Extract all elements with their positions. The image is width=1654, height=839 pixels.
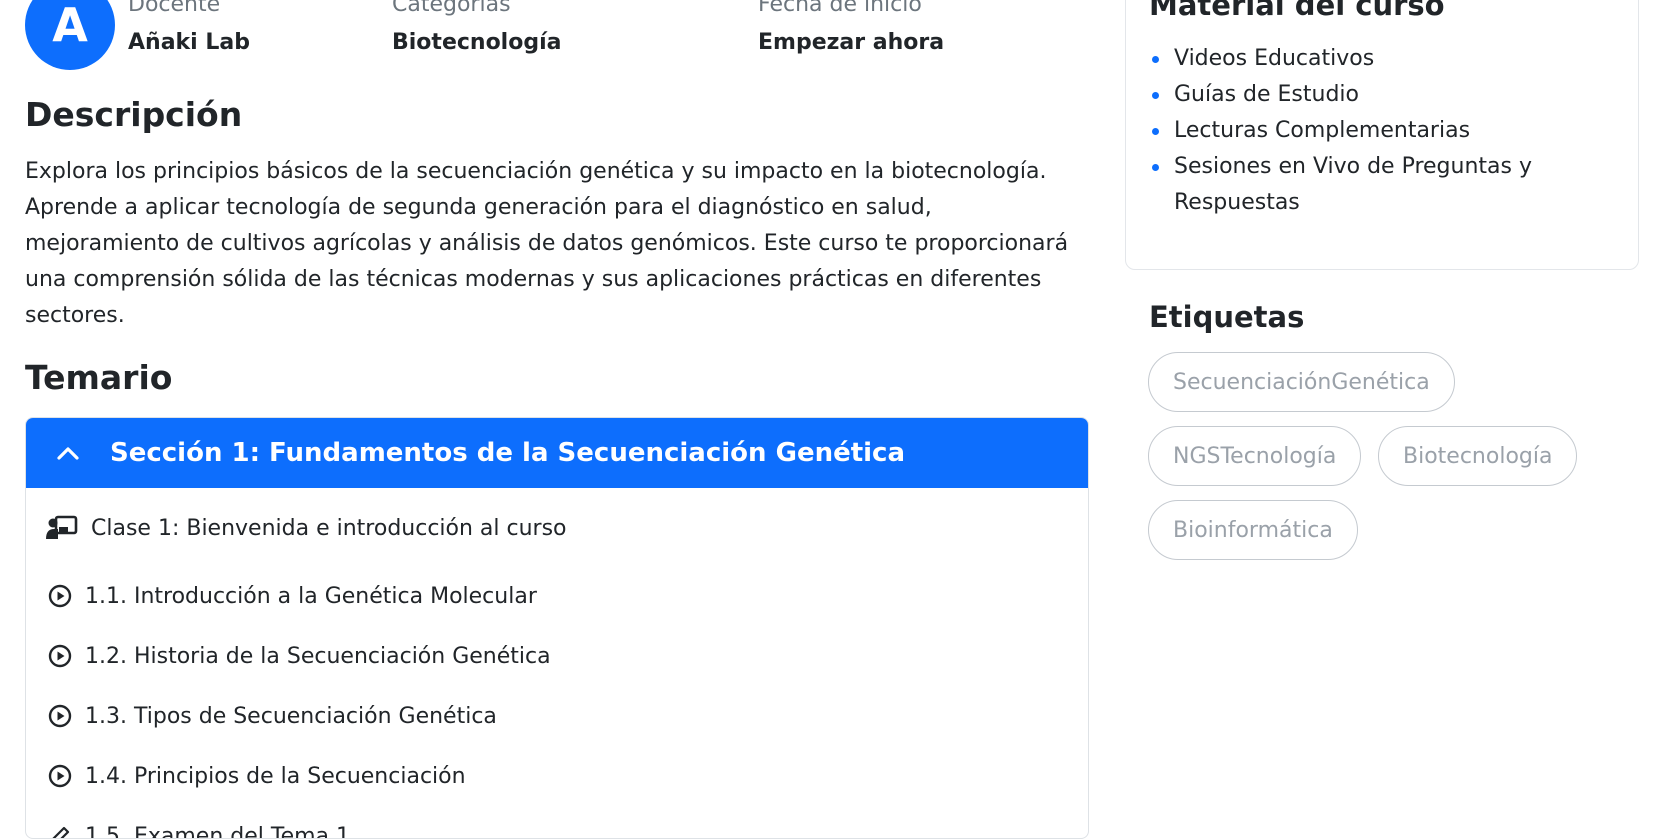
lesson-row[interactable]: 1.2. Historia de la Secuenciación Genéti… (45, 626, 1088, 686)
list-item: Videos Educativos (1149, 41, 1589, 77)
tag-chip[interactable]: SecuenciaciónGenética (1148, 352, 1455, 412)
lesson-row[interactable]: 1.3. Tipos de Secuenciación Genética (45, 686, 1088, 746)
pencil-icon (45, 821, 75, 839)
play-circle-icon (45, 641, 75, 671)
category-value[interactable]: Biotecnología (392, 30, 561, 55)
section-1-header[interactable]: Sección 1: Fundamentos de la Secuenciaci… (26, 418, 1088, 488)
lesson-row[interactable]: 1.1. Introducción a la Genética Molecula… (45, 566, 1088, 626)
tag-chip[interactable]: Biotecnología (1378, 426, 1577, 486)
start-date-value: Empezar ahora (758, 30, 944, 55)
course-material-heading: Material del curso (1149, 0, 1445, 22)
category-label: Categorías (392, 0, 511, 17)
tag-chip[interactable]: NGSTecnología (1148, 426, 1361, 486)
section-1-lessons: Clase 1: Bienvenida e introducción al cu… (26, 488, 1088, 839)
avatar-letter: A (52, 0, 88, 52)
lesson-label: 1.3. Tipos de Secuenciación Genética (85, 704, 497, 729)
section-1-title: Sección 1: Fundamentos de la Secuenciaci… (110, 438, 905, 468)
play-circle-icon (45, 701, 75, 731)
chevron-up-icon (50, 438, 86, 468)
list-item: Guías de Estudio (1149, 77, 1589, 113)
lesson-row[interactable]: 1.4. Principios de la Secuenciación (45, 746, 1088, 806)
lesson-label: 1.5. Examen del Tema 1 (85, 824, 350, 839)
lesson-label: 1.1. Introducción a la Genética Molecula… (85, 584, 537, 609)
course-material-list: Videos Educativos Guías de Estudio Lectu… (1149, 41, 1589, 221)
lesson-label: Clase 1: Bienvenida e introducción al cu… (91, 516, 567, 541)
lesson-row[interactable]: Clase 1: Bienvenida e introducción al cu… (45, 488, 1088, 566)
start-date-label: Fecha de inicio (758, 0, 922, 17)
chalkboard-teacher-icon (45, 513, 79, 543)
list-item: Sesiones en Vivo de Preguntas y Respuest… (1149, 149, 1589, 221)
teacher-name[interactable]: Añaki Lab (128, 30, 250, 55)
lesson-row[interactable]: 1.5. Examen del Tema 1 (45, 806, 1088, 839)
teacher-label: Docente (128, 0, 220, 17)
description-text: Explora los principios básicos de la sec… (25, 154, 1090, 334)
list-item: Lecturas Complementarias (1149, 113, 1589, 149)
lesson-label: 1.2. Historia de la Secuenciación Genéti… (85, 644, 551, 669)
tags-heading: Etiquetas (1149, 300, 1304, 334)
teacher-avatar: A (25, 0, 115, 70)
lesson-label: 1.4. Principios de la Secuenciación (85, 764, 466, 789)
syllabus-accordion: Sección 1: Fundamentos de la Secuenciaci… (25, 417, 1089, 839)
syllabus-heading: Temario (25, 358, 172, 397)
play-circle-icon (45, 581, 75, 611)
play-circle-icon (45, 761, 75, 791)
description-heading: Descripción (25, 95, 242, 134)
tag-chip[interactable]: Bioinformática (1148, 500, 1358, 560)
